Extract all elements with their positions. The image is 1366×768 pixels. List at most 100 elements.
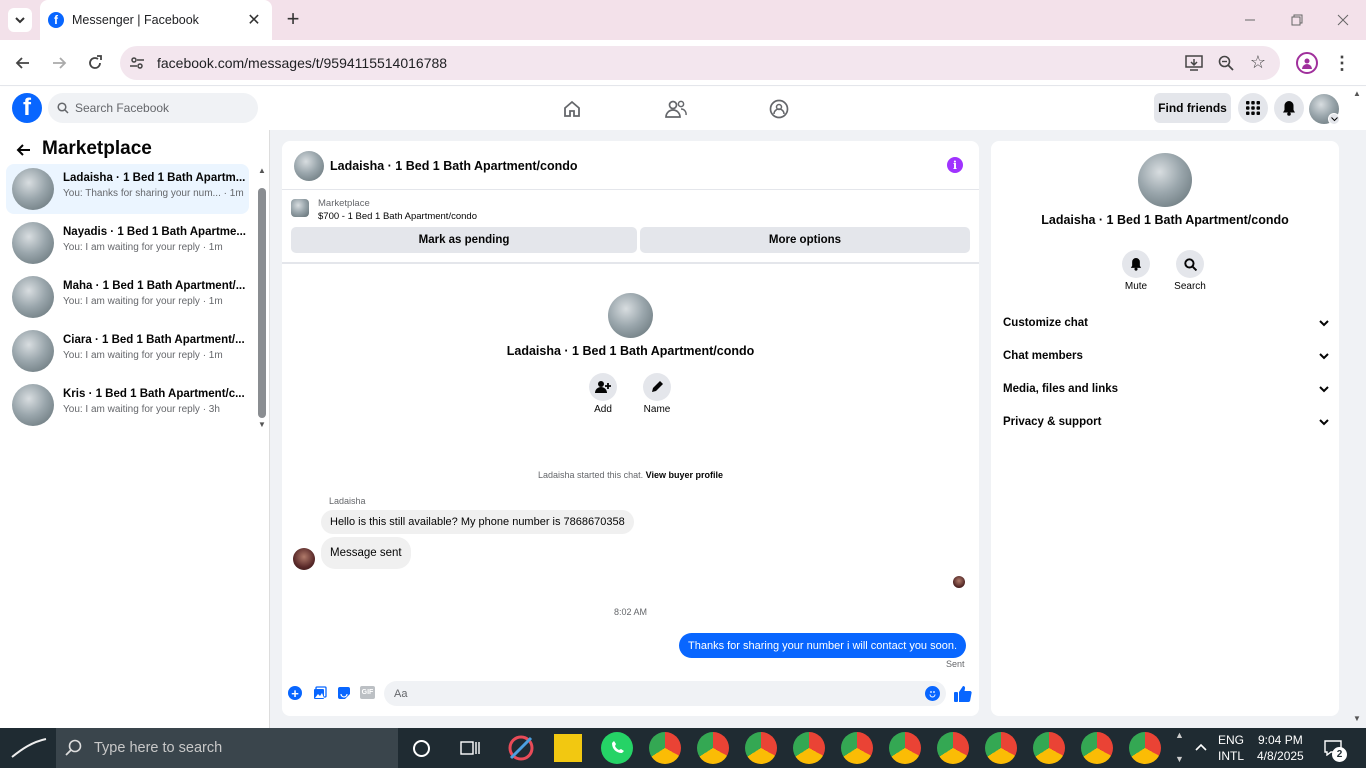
chrome-icon[interactable] [985, 732, 1017, 764]
conversation-item[interactable]: Ciara · 1 Bed 1 Bath Apartment/... You: … [6, 326, 249, 376]
cortana-icon[interactable] [413, 740, 430, 757]
view-buyer-profile-link[interactable]: View buyer profile [646, 470, 723, 480]
forward-icon[interactable] [48, 52, 70, 74]
show-hidden-icons-icon[interactable] [1194, 740, 1208, 754]
chrome-icon[interactable] [793, 732, 825, 764]
privacy-support-section[interactable]: Privacy & support [1003, 412, 1329, 432]
facebook-logo-icon[interactable]: f [12, 93, 42, 123]
chrome-icon[interactable] [1033, 732, 1065, 764]
page-scroll-up-icon[interactable]: ▲ [1353, 89, 1361, 98]
gif-button[interactable]: GIF [360, 686, 375, 699]
info-avatar[interactable] [1138, 153, 1192, 207]
close-window-icon[interactable] [1333, 10, 1353, 30]
pencil-icon [652, 381, 663, 392]
search-icon [57, 102, 69, 114]
taskbar-search[interactable]: Type here to search [56, 728, 398, 768]
photo-icon[interactable] [313, 686, 327, 700]
conversation-info-panel: Ladaisha · 1 Bed 1 Bath Apartment/condo … [991, 141, 1339, 716]
conversation-item[interactable]: Maha · 1 Bed 1 Bath Apartment/... You: I… [6, 272, 249, 322]
clock-time[interactable]: 9:04 PM [1258, 733, 1303, 747]
listing-title[interactable]: $700 - 1 Bed 1 Bath Apartment/condo [318, 211, 477, 222]
home-icon[interactable] [560, 97, 584, 121]
menu-grid-icon[interactable] [1238, 93, 1268, 123]
clock-date[interactable]: 4/8/2025 [1257, 749, 1304, 763]
chat-header-title[interactable]: Ladaisha · 1 Bed 1 Bath Apartment/condo [330, 159, 578, 173]
tab-messenger[interactable]: f Messenger | Facebook ✕ [40, 0, 272, 40]
add-person-icon [595, 381, 611, 393]
omnibox[interactable]: facebook.com/messages/t/9594115514016788… [120, 46, 1280, 80]
chrome-icon[interactable] [1129, 732, 1161, 764]
incoming-message[interactable]: Hello is this still available? My phone … [321, 510, 634, 534]
chrome-icon[interactable] [745, 732, 777, 764]
tab-search-button[interactable] [8, 8, 32, 32]
chevron-down-icon [1319, 418, 1329, 425]
add-people-button[interactable] [589, 373, 617, 401]
restore-icon[interactable] [1287, 10, 1307, 30]
plus-actions-icon[interactable]: + [288, 686, 302, 701]
sticker-icon[interactable] [337, 686, 351, 700]
chrome-icon[interactable] [649, 732, 681, 764]
sticky-notes-icon[interactable] [554, 734, 582, 762]
facebook-search[interactable]: Search Facebook [48, 93, 258, 123]
menu-dots-icon[interactable]: ⋮ [1333, 52, 1351, 74]
site-settings-icon[interactable] [128, 54, 146, 72]
thumbs-up-icon[interactable] [954, 685, 972, 703]
whatsapp-icon[interactable] [601, 732, 633, 764]
taskbar-scroll-down-icon[interactable]: ▼ [1175, 754, 1184, 764]
divider [282, 189, 979, 190]
back-icon[interactable] [12, 52, 34, 74]
listing-thumbnail[interactable] [291, 199, 309, 217]
search-conversation-button[interactable] [1176, 250, 1204, 278]
scroll-down-icon[interactable]: ▼ [258, 420, 266, 429]
taskbar-scroll-up-icon[interactable]: ▲ [1175, 730, 1184, 740]
emoji-icon[interactable] [925, 686, 940, 701]
scroll-up-icon[interactable]: ▲ [258, 166, 266, 175]
keyboard-layout[interactable]: INTL [1218, 749, 1244, 763]
friends-icon[interactable] [664, 97, 688, 121]
groups-icon[interactable] [767, 97, 791, 121]
customize-chat-section[interactable]: Customize chat [1003, 313, 1329, 333]
outgoing-message[interactable]: Thanks for sharing your number i will co… [679, 633, 967, 658]
new-tab-icon[interactable]: + [282, 6, 304, 31]
minimize-icon[interactable] [1240, 10, 1260, 30]
incoming-message[interactable]: Message sent [321, 537, 411, 569]
language-code[interactable]: ENG [1218, 733, 1244, 747]
install-app-icon[interactable] [1184, 53, 1204, 73]
media-files-links-section[interactable]: Media, files and links [1003, 379, 1329, 399]
conversation-avatar [12, 384, 54, 426]
mute-button[interactable] [1122, 250, 1150, 278]
chrome-icon[interactable] [697, 732, 729, 764]
zoom-icon[interactable] [1216, 53, 1236, 73]
info-icon[interactable]: i [947, 157, 963, 173]
message-input[interactable]: Aa [384, 681, 946, 706]
chat-profile-name: Ladaisha · 1 Bed 1 Bath Apartment/condo [506, 344, 755, 358]
back-arrow-icon[interactable] [14, 141, 32, 159]
chrome-icon[interactable] [841, 732, 873, 764]
edit-name-button[interactable] [643, 373, 671, 401]
profile-icon[interactable] [1296, 52, 1318, 74]
chrome-icon[interactable] [889, 732, 921, 764]
snipping-tool-icon[interactable] [505, 732, 537, 764]
conversation-item[interactable]: Ladaisha · 1 Bed 1 Bath Apartm... You: T… [6, 164, 249, 214]
scrollbar-thumb[interactable] [258, 188, 266, 418]
conversation-item[interactable]: Nayadis · 1 Bed 1 Bath Apartme... You: I… [6, 218, 249, 268]
chrome-icon[interactable] [937, 732, 969, 764]
bookmark-star-icon[interactable]: ☆ [1248, 52, 1268, 72]
notifications-bell-icon[interactable] [1274, 93, 1304, 123]
chat-members-section[interactable]: Chat members [1003, 346, 1329, 366]
chat-header-avatar[interactable] [294, 151, 324, 181]
sender-avatar[interactable] [293, 548, 315, 570]
close-tab-icon[interactable]: ✕ [246, 12, 262, 29]
conversation-scrollbar[interactable]: ▲ ▼ [257, 166, 267, 430]
account-chevron-icon[interactable] [1328, 113, 1340, 125]
start-button[interactable] [0, 728, 56, 768]
reload-icon[interactable] [84, 52, 106, 74]
chrome-icon[interactable] [1081, 732, 1113, 764]
find-friends-button[interactable]: Find friends [1154, 93, 1231, 123]
more-options-button[interactable]: More options [640, 227, 970, 253]
task-view-icon[interactable] [460, 740, 480, 756]
mark-as-pending-button[interactable]: Mark as pending [291, 227, 637, 253]
url-text[interactable]: facebook.com/messages/t/9594115514016788 [157, 55, 447, 71]
conversation-item[interactable]: Kris · 1 Bed 1 Bath Apartment/c... You: … [6, 380, 249, 430]
page-scroll-down-icon[interactable]: ▼ [1353, 714, 1361, 723]
